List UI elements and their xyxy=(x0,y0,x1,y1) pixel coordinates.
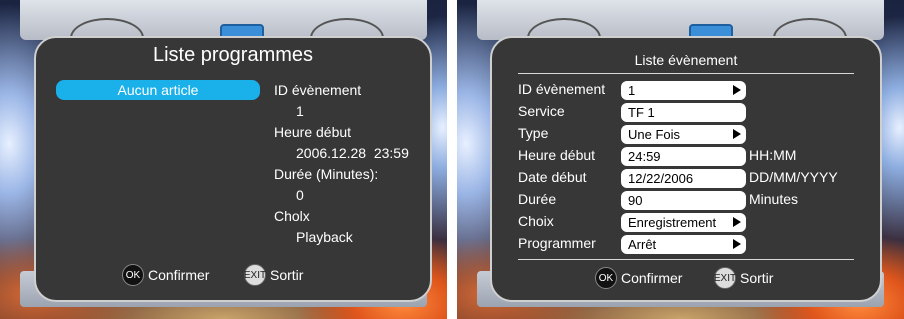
duration-unit: Minutes xyxy=(749,191,799,207)
exit-hint[interactable]: EXIT Sortir xyxy=(244,264,303,286)
field-label-start-date: Date début xyxy=(518,169,587,185)
panel-title: Liste programmes xyxy=(152,44,314,66)
type-value: Une Fois xyxy=(628,127,681,142)
start-date-value: 12/22/2006 xyxy=(628,171,694,186)
field-label-event-id: ID évènement xyxy=(518,81,606,97)
start-date-field[interactable]: 12/22/2006 xyxy=(621,169,746,188)
event-id-value: 1 xyxy=(296,103,304,119)
choice-label: Cholx xyxy=(274,208,310,224)
duration-value: 0 xyxy=(296,187,304,203)
duration-field[interactable]: 90 xyxy=(621,191,746,210)
exit-label: Sortir xyxy=(270,267,304,283)
event-id-label: ID évènement xyxy=(274,82,362,98)
start-time-value: 24:59 xyxy=(628,149,661,164)
exit-hint[interactable]: EXIT Sortir xyxy=(714,267,773,289)
arrow-right-icon xyxy=(733,85,741,95)
confirm-label: Confirmer xyxy=(148,267,210,283)
choice-selector[interactable]: Enregistrement xyxy=(621,213,746,232)
right-screen: Liste évènement ID évènement 1 Service T… xyxy=(457,0,904,319)
start-time-field[interactable]: 24:59 xyxy=(621,147,746,166)
duration-label: Durée (Minutes): xyxy=(274,166,379,182)
confirm-hint[interactable]: OK Confirmer xyxy=(595,267,682,289)
program-list-item-selected[interactable]: Aucun article xyxy=(56,80,260,100)
event-id-value: 1 xyxy=(628,83,636,98)
ok-button-icon: OK xyxy=(595,267,617,289)
top-menu-bar xyxy=(477,0,884,58)
start-time-unit: HH:MM xyxy=(749,147,797,163)
ok-button-icon: OK xyxy=(122,264,144,286)
program-list-panel: Liste programmes Aucun article ID évènem… xyxy=(34,36,432,302)
event-list-panel: Liste évènement ID évènement 1 Service T… xyxy=(490,36,882,302)
choice-value: Enregistrement xyxy=(628,215,717,230)
duration-value: 90 xyxy=(628,193,643,208)
arrow-right-icon xyxy=(733,129,741,139)
top-menu-bar xyxy=(20,0,427,58)
event-id-selector[interactable]: 1 xyxy=(621,81,746,100)
panel-title: Liste évènement xyxy=(634,52,738,68)
arrow-right-icon xyxy=(733,217,741,227)
service-value: TF 1 xyxy=(628,105,655,120)
start-time-label: Heure début xyxy=(274,124,352,140)
confirm-hint[interactable]: OK Confirmer xyxy=(122,264,209,286)
schedule-value: Arrêt xyxy=(628,237,657,252)
field-label-schedule: Programmer xyxy=(518,235,596,251)
confirm-label: Confirmer xyxy=(621,270,683,286)
schedule-selector[interactable]: Arrêt xyxy=(621,235,746,254)
footer-divider xyxy=(518,259,854,260)
start-time-value: 2006.12.28 23:59 xyxy=(296,145,409,161)
field-label-choice: Choix xyxy=(518,213,554,229)
type-selector[interactable]: Une Fois xyxy=(621,125,746,144)
choice-value: Playback xyxy=(296,229,353,245)
exit-label: Sortir xyxy=(740,270,774,286)
exit-button-icon: EXIT xyxy=(244,264,266,286)
arrow-right-icon xyxy=(733,239,741,249)
start-date-unit: DD/MM/YYYY xyxy=(749,169,838,185)
service-field[interactable]: TF 1 xyxy=(621,103,746,122)
field-label-start-time: Heure début xyxy=(518,147,596,163)
left-screen: Liste programmes Aucun article ID évènem… xyxy=(0,0,447,319)
field-label-service: Service xyxy=(518,103,565,119)
field-label-duration: Durée xyxy=(518,191,557,207)
title-divider xyxy=(518,73,854,74)
exit-button-icon: EXIT xyxy=(714,267,736,289)
field-label-type: Type xyxy=(518,125,549,141)
